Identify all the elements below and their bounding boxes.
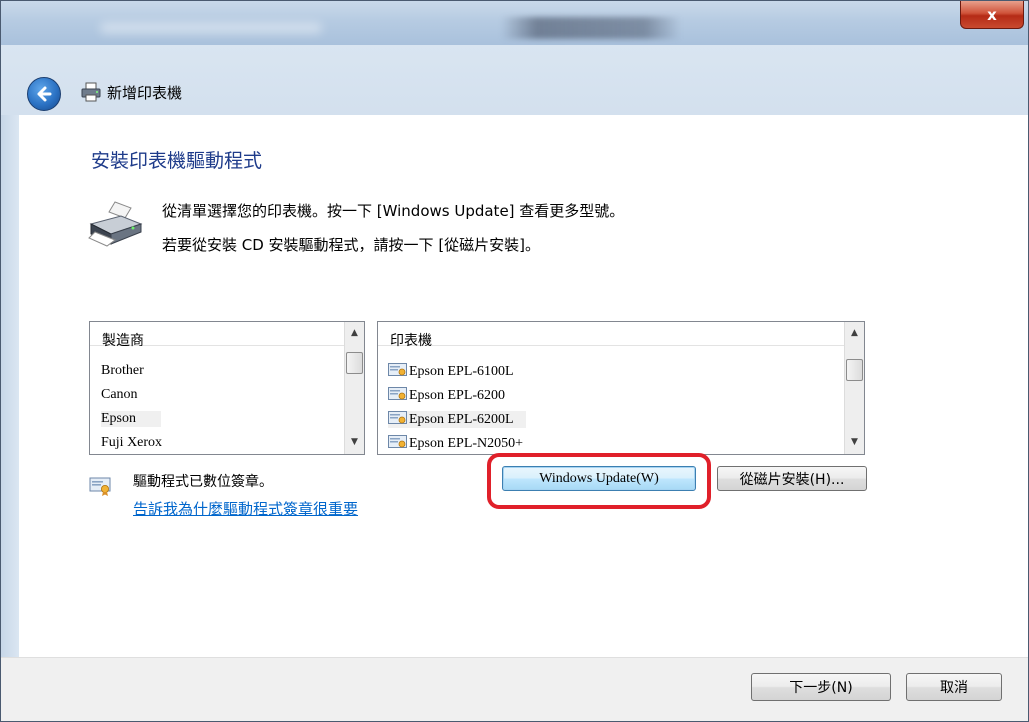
add-printer-window: x 新增印表機 安裝印表機驅動程式 從清單選擇您的印表機。按一下 [Window… <box>0 0 1029 722</box>
scroll-thumb[interactable] <box>346 352 363 374</box>
manufacturer-scrollbar[interactable]: ▲ ▼ <box>344 322 364 454</box>
have-disk-button[interactable]: 從磁片安裝(H)... <box>717 466 867 491</box>
printer-item-label: Epson EPL-N2050+ <box>409 436 524 451</box>
printer-item-label: Epson EPL-6200L <box>409 412 514 427</box>
manufacturer-item-selected[interactable]: Epson <box>101 411 161 427</box>
printer-item-label: Epson EPL-6200 <box>409 388 506 403</box>
printer-scrollbar[interactable]: ▲ ▼ <box>844 322 864 454</box>
printer-item[interactable]: Epson EPL-6100L <box>388 363 514 380</box>
cancel-button[interactable]: 取消 <box>906 673 1002 701</box>
certified-driver-icon <box>388 363 407 376</box>
page-heading: 安裝印表機驅動程式 <box>91 150 263 172</box>
back-button[interactable] <box>27 77 61 111</box>
certified-driver-icon <box>89 477 111 496</box>
close-icon: x <box>987 5 997 24</box>
certified-driver-icon <box>388 435 407 448</box>
scroll-down-icon[interactable]: ▼ <box>846 433 863 450</box>
printer-icon-large <box>88 201 143 247</box>
scroll-up-icon[interactable]: ▲ <box>346 324 363 341</box>
title-bar-glass-reflection <box>501 17 681 39</box>
manufacturer-item[interactable]: Brother <box>101 363 173 379</box>
printer-icon <box>81 82 101 102</box>
scroll-up-icon[interactable]: ▲ <box>846 324 863 341</box>
highlight-annotation <box>487 453 711 509</box>
signature-status-text: 驅動程式已數位簽章。 <box>133 474 273 490</box>
signature-info-link[interactable]: 告訴我為什麼驅動程式簽章很重要 <box>133 498 358 519</box>
printer-list[interactable]: 印表機 Epson EPL-6100L Epson EPL-6200 Epson… <box>377 321 865 455</box>
instruction-line-2: 若要從安裝 CD 安裝驅動程式，請按一下 [從磁片安裝]。 <box>162 236 541 254</box>
printer-item-label: Epson EPL-6100L <box>409 364 514 379</box>
manufacturer-list[interactable]: 製造商 Brother Canon Epson Fuji Xerox ▲ ▼ <box>89 321 365 455</box>
manufacturer-list-header: 製造商 <box>90 322 344 349</box>
scroll-thumb[interactable] <box>846 359 863 381</box>
left-edge-shadow <box>1 115 19 657</box>
title-bar[interactable]: x <box>1 1 1028 45</box>
printer-item[interactable]: Epson EPL-6200 <box>388 387 505 404</box>
manufacturer-item[interactable]: Fuji Xerox <box>101 435 173 451</box>
certified-driver-icon <box>388 387 407 400</box>
printer-list-header: 印表機 <box>378 322 844 349</box>
close-button[interactable]: x <box>960 1 1024 29</box>
back-arrow-icon <box>37 86 52 102</box>
printer-item[interactable]: Epson EPL-N2050+ <box>388 435 523 452</box>
manufacturer-item[interactable]: Canon <box>101 387 173 403</box>
navigation-bar: 新增印表機 <box>1 45 1028 115</box>
certified-driver-icon <box>388 411 407 424</box>
printer-item-selected[interactable]: Epson EPL-6200L <box>388 411 526 428</box>
title-bar-glass-highlight <box>101 23 321 33</box>
scroll-down-icon[interactable]: ▼ <box>346 433 363 450</box>
next-button[interactable]: 下一步(N) <box>751 673 891 701</box>
instruction-line-1: 從清單選擇您的印表機。按一下 [Windows Update] 查看更多型號。 <box>162 202 625 220</box>
window-title: 新增印表機 <box>107 84 183 102</box>
